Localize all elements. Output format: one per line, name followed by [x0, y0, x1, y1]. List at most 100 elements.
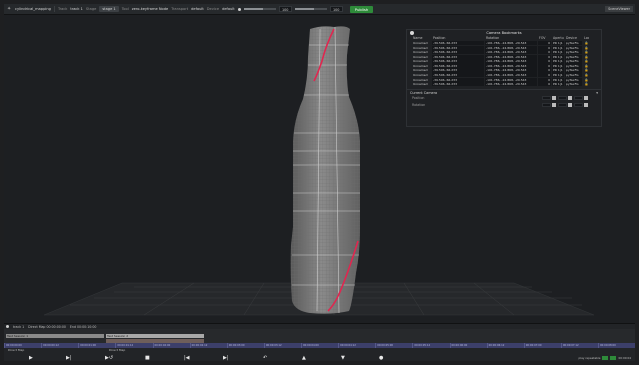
bookmark-name[interactable]: Unnamed	[412, 73, 431, 77]
device-select[interactable]: default	[222, 7, 235, 11]
bookmark-row[interactable]: Unnamed -39.506, 66.233 -101.786, -24.868,…	[407, 77, 601, 82]
position-z-input[interactable]	[574, 95, 583, 100]
bookmark-rotation[interactable]: -101.786, -24.868, -29.543	[485, 54, 537, 59]
bookmark-lock-icon[interactable]: 🔒	[583, 55, 589, 59]
bookmark-aperture[interactable]: PR 1|1	[552, 63, 564, 69]
bookmark-fov[interactable]: 0	[538, 77, 551, 82]
bookmark-name[interactable]: Unnamed	[412, 50, 431, 54]
bookmark-device[interactable]: pyTexFG	[565, 77, 582, 82]
bookmark-row[interactable]: Unnamed -39.506, 66.233 -101.786, -24.868,…	[407, 82, 601, 87]
bookmark-aperture[interactable]: PR 1|1	[552, 68, 564, 73]
bookmark-rotation[interactable]: -101.786, -24.868, -29.543	[485, 63, 537, 69]
bookmark-aperture[interactable]: PR 1|1	[552, 82, 564, 87]
bookmark-aperture[interactable]: PR 1|1	[552, 45, 564, 50]
bookmark-position[interactable]: -39.506, 66.233	[432, 63, 484, 69]
lock-icon[interactable]	[568, 102, 572, 107]
app-logo-icon[interactable]: ✦	[7, 6, 12, 12]
bookmark-rotation[interactable]: -101.786, -24.868, -29.543	[485, 41, 537, 46]
bookmark-position[interactable]: -39.506, 66.233	[432, 41, 484, 46]
panel-close-icon[interactable]	[410, 31, 414, 35]
down-arrow-icon[interactable]: ▼	[341, 355, 345, 361]
play-icon[interactable]: ▶	[29, 355, 33, 361]
bookmark-rotation[interactable]: -101.786, -24.868, -29.543	[485, 73, 537, 78]
position-x-input[interactable]	[542, 95, 551, 100]
bookmark-row[interactable]: Unnamed -39.506, 66.233 -101.786, -24.868,…	[407, 50, 601, 55]
bookmark-rotation[interactable]: -101.786, -24.868, -29.543	[485, 59, 537, 64]
collapse-arrow-icon[interactable]: ▾	[596, 90, 598, 96]
scene-viewer-button[interactable]: SceneViewer	[605, 6, 633, 12]
rotation-z-input[interactable]	[574, 102, 583, 107]
bookmark-device[interactable]: pyTexFG	[565, 54, 582, 59]
bookmark-name[interactable]: Unnamed	[412, 68, 431, 72]
loop-toggle[interactable]	[610, 356, 617, 360]
bookmark-device[interactable]: pyTexFG	[565, 41, 582, 46]
rotation-y-input[interactable]	[558, 102, 567, 107]
bookmark-position[interactable]: -39.506, 66.233	[432, 77, 484, 82]
bookmark-lock-icon[interactable]: 🔒	[583, 41, 589, 45]
bookmark-aperture[interactable]: PR 1|1	[552, 41, 564, 46]
bookmark-lock-icon[interactable]: 🔒	[583, 50, 589, 54]
bookmark-lock-icon[interactable]: 🔒	[583, 78, 589, 82]
bookmark-row[interactable]: Unnamed -39.506, 66.233 -101.786, -24.868,…	[407, 63, 601, 69]
bookmark-rotation[interactable]: -101.786, -24.868, -29.543	[485, 82, 537, 87]
bookmark-fov[interactable]: 0	[538, 82, 551, 87]
bookmark-device[interactable]: pyTexFG	[565, 45, 582, 50]
bookmark-fov[interactable]: 0	[538, 41, 551, 46]
bookmark-name[interactable]: Unnamed	[412, 55, 431, 59]
bookmark-device[interactable]: pyTexFG	[565, 50, 582, 55]
bookmark-name[interactable]: Unnamed	[412, 41, 431, 45]
bookmark-aperture[interactable]: PR 1|1	[552, 59, 564, 64]
rotation-x-input[interactable]	[542, 102, 551, 107]
bookmark-rotation[interactable]: -101.786, -24.868, -29.543	[485, 77, 537, 82]
step-forward-icon[interactable]: ▶|	[66, 355, 72, 361]
bookmark-row[interactable]: Unnamed -39.506, 66.233 -101.786, -24.868,…	[407, 73, 601, 78]
bookmark-name[interactable]: Unnamed	[412, 82, 431, 86]
record-icon[interactable]: ●	[379, 355, 383, 361]
speed-input[interactable]: 100	[278, 6, 292, 12]
bookmark-fov[interactable]: 0	[538, 63, 551, 69]
record-indicator-icon[interactable]	[237, 7, 241, 11]
bookmark-device[interactable]: pyTexFG	[565, 73, 582, 78]
transport-select[interactable]: default	[191, 7, 204, 11]
skip-end-icon[interactable]: ▶|	[223, 355, 229, 361]
speed-slider[interactable]	[243, 8, 276, 10]
bookmark-row[interactable]: Unnamed -39.506, 66.233 -101.786, -24.868,…	[407, 59, 601, 64]
bookmark-fov[interactable]: 0	[538, 54, 551, 59]
bookmark-lock-icon[interactable]: 🔒	[583, 68, 589, 72]
zoom-input[interactable]: 100	[329, 6, 343, 12]
step-back-icon[interactable]: |◀	[184, 355, 190, 361]
lock-icon[interactable]	[568, 95, 572, 100]
bookmark-position[interactable]: -39.506, 66.233	[432, 68, 484, 73]
bookmark-row[interactable]: Unnamed -39.506, 66.233 -101.786, -24.868,…	[407, 41, 601, 46]
bookmark-device[interactable]: pyTexFG	[565, 82, 582, 87]
lock-icon[interactable]	[584, 95, 588, 100]
zoom-slider[interactable]	[294, 8, 327, 10]
bookmark-name[interactable]: Unnamed	[412, 46, 431, 50]
bookmark-row[interactable]: Unnamed -39.506, 66.233 -101.786, -24.868,…	[407, 45, 601, 50]
publish-button[interactable]: Publish	[349, 5, 374, 13]
timeline-tracks[interactable]: Test Session 1 Test Session 2	[4, 329, 635, 343]
bookmark-lock-icon[interactable]: 🔒	[583, 73, 589, 77]
bookmark-rotation[interactable]: -101.786, -24.868, -29.543	[485, 45, 537, 50]
bookmark-lock-icon[interactable]: 🔒	[583, 59, 589, 63]
bookmark-fov[interactable]: 0	[538, 73, 551, 78]
bookmark-device[interactable]: pyTexFG	[565, 63, 582, 69]
bookmark-row[interactable]: Unnamed -39.506, 66.233 -101.786, -24.868,…	[407, 54, 601, 59]
stop-icon[interactable]: ■	[145, 355, 150, 361]
track-toggle-icon[interactable]	[6, 325, 9, 328]
lock-icon[interactable]	[552, 102, 556, 107]
clip-test-session-2[interactable]: Test Session 2	[106, 334, 204, 338]
repeat-toggle[interactable]	[602, 356, 609, 360]
bookmark-position[interactable]: -39.506, 66.233	[432, 54, 484, 59]
bookmark-aperture[interactable]: PR 1|1	[552, 50, 564, 55]
bookmark-position[interactable]: -39.506, 66.233	[432, 50, 484, 55]
loop-play-icon[interactable]: ▶↺	[105, 355, 113, 361]
bookmark-name[interactable]: Unnamed	[412, 78, 431, 82]
track-select[interactable]: track 1	[70, 7, 83, 11]
project-name[interactable]: cylindrical_mapping	[15, 7, 51, 11]
bookmark-aperture[interactable]: PR 1|1	[552, 54, 564, 59]
bookmark-fov[interactable]: 0	[538, 50, 551, 55]
bookmark-device[interactable]: pyTexFG	[565, 59, 582, 64]
bookmark-lock-icon[interactable]: 🔒	[583, 46, 589, 50]
bookmark-name[interactable]: Unnamed	[412, 64, 431, 68]
